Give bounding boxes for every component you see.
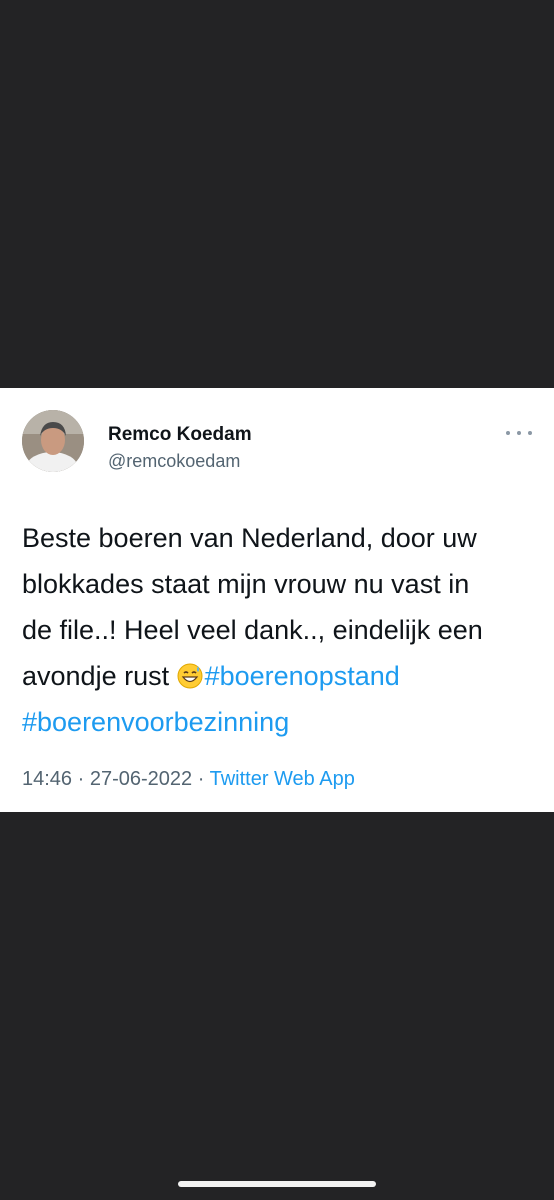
meta-separator: ·	[192, 768, 210, 790]
tweet-text: Beste boeren van Nederland, door uw blok…	[22, 515, 538, 745]
tweet-time[interactable]: 14:46	[22, 768, 72, 790]
hashtag-link[interactable]: #boerenopstand	[205, 661, 400, 691]
tweet-meta: 14:46 · 27-06-2022 · Twitter Web App	[22, 768, 355, 791]
tweet-text-line: Beste boeren van Nederland, door uw	[22, 523, 477, 553]
meta-separator: ·	[72, 768, 90, 790]
tweet-text-fragment: avondje rust	[22, 661, 177, 691]
hashtag-link[interactable]: #boerenvoorbezinning	[22, 707, 289, 737]
avatar[interactable]	[22, 410, 84, 472]
tweet-text-line: de file..! Heel veel dank.., eindelijk e…	[22, 615, 483, 645]
grinning-face-with-sweat-icon	[177, 663, 203, 689]
tweet-date[interactable]: 27-06-2022	[90, 768, 192, 790]
more-horizontal-icon	[506, 431, 510, 435]
display-name[interactable]: Remco Koedam	[108, 424, 252, 446]
tweet-text-line: blokkades staat mijn vrouw nu vast in	[22, 569, 470, 599]
tweet-text-line: avondje rust #boerenopstand	[22, 653, 538, 699]
handle[interactable]: @remcokoedam	[108, 451, 240, 472]
home-indicator[interactable]	[178, 1181, 376, 1187]
tweet-text-line: #boerenvoorbezinning	[22, 699, 538, 745]
tweet-source[interactable]: Twitter Web App	[210, 768, 355, 790]
more-options-button[interactable]	[506, 424, 532, 442]
